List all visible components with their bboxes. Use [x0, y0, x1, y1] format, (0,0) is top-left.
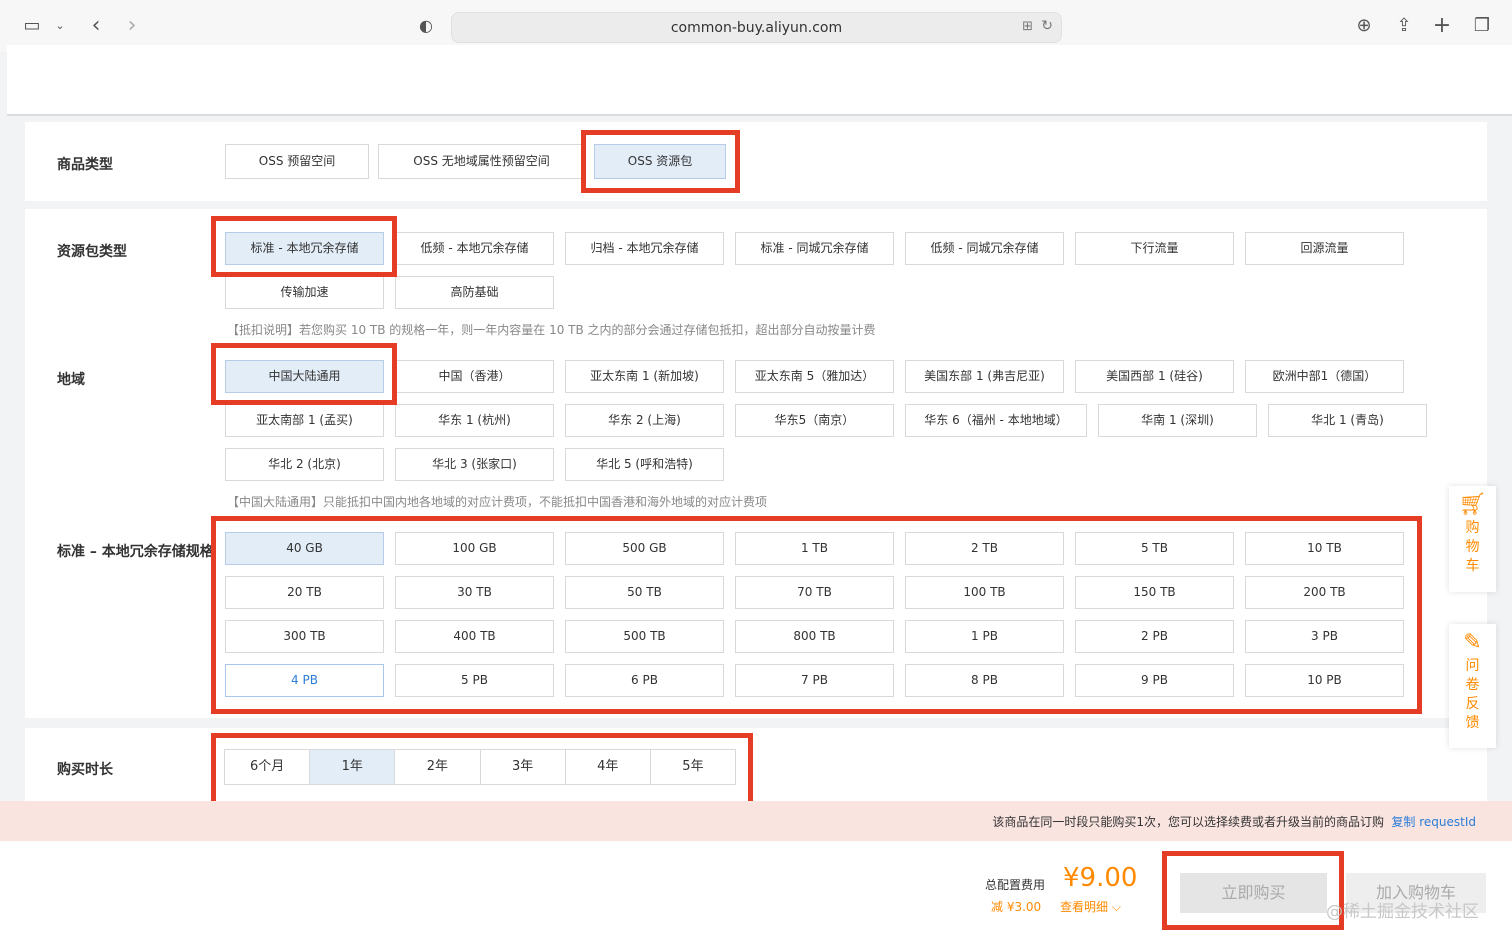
highlight-box: [1162, 851, 1344, 930]
chevron-down-icon: ⌵: [1111, 900, 1121, 914]
page-header-area: [7, 45, 1512, 116]
tabs-overview-icon[interactable]: ❐: [1470, 14, 1494, 38]
package-option[interactable]: 下行流量: [1075, 232, 1234, 265]
survey-float-label: 问卷反馈: [1465, 658, 1480, 731]
highlight-box: [211, 216, 397, 277]
share-icon[interactable]: ⇪: [1392, 14, 1416, 38]
region-option[interactable]: 亚太东南 1 (新加坡): [565, 360, 724, 393]
view-detail-link[interactable]: 查看明细 ⌵: [1060, 898, 1121, 915]
discount-text: 减 ¥3.00: [991, 900, 1042, 914]
package-option[interactable]: 低频 - 本地冗余存储: [395, 232, 554, 265]
footer-bar: 总配置费用 ¥9.00 减 ¥3.00 查看明细 ⌵ 立即购买 加入购物车 @稀…: [0, 841, 1512, 945]
download-icon[interactable]: ⊕: [1352, 14, 1376, 38]
view-detail-label: 查看明细: [1060, 900, 1109, 914]
region-option[interactable]: 华东 6（福州 - 本地地域）: [905, 404, 1087, 437]
cart-float-button[interactable]: 🛒︎ 购物车: [1449, 486, 1496, 592]
region-note: 【中国大陆通用】只能抵扣中国内地各地域的对应计费项，不能抵扣中国香港和海外地域的…: [227, 495, 768, 509]
shield-icon[interactable]: ◐: [414, 14, 438, 38]
highlight-box: [211, 343, 397, 405]
package-option[interactable]: 回源流量: [1245, 232, 1404, 265]
spec-label: 标准 – 本地冗余存储规格: [57, 544, 213, 560]
region-option[interactable]: 华东5（南京）: [735, 404, 894, 437]
total-price: ¥9.00: [1063, 863, 1138, 893]
region-option[interactable]: 美国东部 1 (弗吉尼亚): [905, 360, 1064, 393]
translate-icon[interactable]: ⊞: [1022, 19, 1033, 34]
package-option[interactable]: 传输加速: [225, 276, 384, 309]
sidebar-toggle-icon[interactable]: ▭: [20, 14, 44, 38]
highlight-box: [211, 516, 1422, 714]
back-icon[interactable]: ‹: [84, 14, 108, 38]
region-label: 地域: [57, 372, 85, 388]
product-option-no-region[interactable]: OSS 无地域属性预留空间: [378, 144, 585, 179]
package-option[interactable]: 归档 - 本地冗余存储: [565, 232, 724, 265]
region-option[interactable]: 华东 1 (杭州): [395, 404, 554, 437]
duration-label: 购买时长: [57, 762, 113, 778]
copy-request-id-link[interactable]: 复制 requestId: [1391, 813, 1476, 830]
region-option[interactable]: 华北 1 (青岛): [1268, 404, 1427, 437]
product-option-reserved[interactable]: OSS 预留空间: [225, 144, 369, 179]
warning-message: 该商品在同一时段只能购买1次，您可以选择续费或者升级当前的商品订购: [992, 815, 1384, 829]
region-option[interactable]: 欧洲中部1（德国）: [1245, 360, 1404, 393]
watermark: @稀土掘金技术社区: [1326, 902, 1479, 922]
region-option[interactable]: 华北 5 (呼和浩特): [565, 448, 724, 481]
region-option[interactable]: 华南 1 (深圳): [1098, 404, 1257, 437]
highlight-box: [211, 733, 753, 801]
total-label: 总配置费用: [985, 878, 1046, 892]
region-option[interactable]: 华东 2 (上海): [565, 404, 724, 437]
url-text: common-buy.aliyun.com: [670, 20, 843, 36]
forward-icon[interactable]: ›: [120, 14, 144, 38]
region-option[interactable]: 华北 3 (张家口): [395, 448, 554, 481]
highlight-box: [581, 130, 740, 193]
new-tab-icon[interactable]: +: [1430, 14, 1454, 38]
package-note: 【抵扣说明】若您购买 10 TB 的规格一年，则一年内容量在 10 TB 之内的…: [227, 323, 876, 337]
region-option[interactable]: 亚太东南 5（雅加达）: [735, 360, 894, 393]
package-type-label: 资源包类型: [57, 244, 127, 260]
survey-float-button[interactable]: ✎ 问卷反馈: [1449, 624, 1496, 748]
warning-bar: 该商品在同一时段只能购买1次，您可以选择续费或者升级当前的商品订购 复制 req…: [0, 801, 1512, 841]
address-bar[interactable]: common-buy.aliyun.com ⊞ ↻: [451, 12, 1062, 43]
region-option[interactable]: 亚太南部 1 (孟买): [225, 404, 384, 437]
product-type-label: 商品类型: [57, 157, 113, 173]
cart-icon: 🛒︎: [1458, 492, 1487, 517]
chevron-down-icon[interactable]: ⌄: [48, 14, 72, 38]
package-option[interactable]: 低频 - 同城冗余存储: [905, 232, 1064, 265]
region-option[interactable]: 华北 2 (北京): [225, 448, 384, 481]
package-option[interactable]: 高防基础: [395, 276, 554, 309]
package-option[interactable]: 标准 - 同城冗余存储: [735, 232, 894, 265]
cart-float-label: 购物车: [1465, 520, 1480, 574]
region-option[interactable]: 中国（香港）: [395, 360, 554, 393]
reload-icon[interactable]: ↻: [1041, 18, 1053, 34]
region-option[interactable]: 美国西部 1 (硅谷): [1075, 360, 1234, 393]
edit-icon: ✎: [1463, 630, 1482, 655]
